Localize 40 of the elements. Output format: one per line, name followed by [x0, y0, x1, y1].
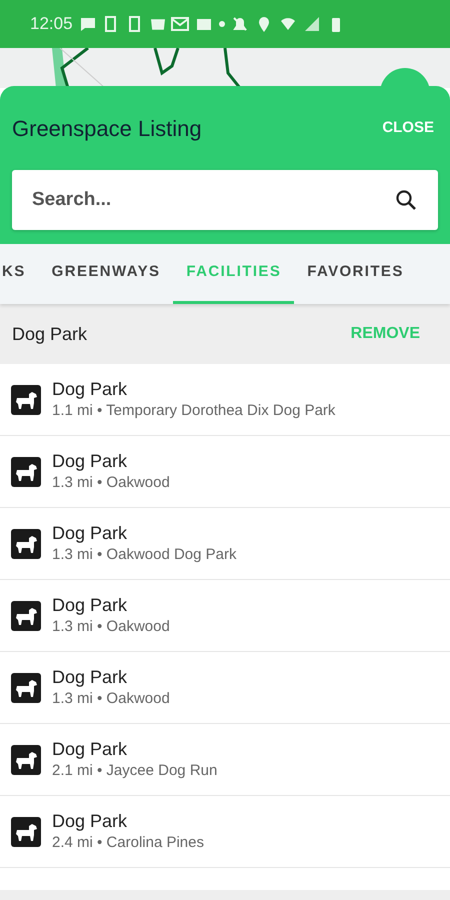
filter-label: Dog Park — [12, 322, 88, 346]
item-subtitle: 1.3 mi • Oakwood — [52, 472, 170, 492]
list-item[interactable]: Dog Park 2.1 mi • Jaycee Dog Run — [0, 724, 450, 796]
list-item[interactable]: Dog Park 1.3 mi • Oakwood Dog Park — [0, 508, 450, 580]
mute-icon — [230, 15, 249, 33]
tab[interactable]: FAVORITES — [294, 244, 417, 304]
item-subtitle: 1.3 mi • Oakwood Dog Park — [52, 544, 236, 564]
dog-icon — [10, 744, 42, 776]
dot-icon — [218, 21, 225, 27]
item-title: Dog Park — [52, 738, 128, 761]
dog-icon — [10, 672, 42, 704]
status-time: 12:05 — [30, 13, 73, 36]
panel-title: Greenspace Listing — [12, 114, 202, 143]
item-title: Dog Park — [52, 594, 128, 617]
item-title: Dog Park — [52, 522, 128, 545]
item-title: Dog Park — [52, 378, 128, 401]
item-subtitle: 1.1 mi • Temporary Dorothea Dix Dog Park — [52, 400, 336, 420]
dog-icon — [10, 384, 42, 416]
tab[interactable]: KS — [0, 244, 39, 304]
list-item[interactable]: Dog Park 1.3 mi • Oakwood — [0, 580, 450, 652]
list-item[interactable]: Dog Park 1.3 mi • Oakwood — [0, 652, 450, 724]
item-title: Dog Park — [52, 450, 128, 473]
dog-icon — [10, 600, 42, 632]
list-item[interactable]: Dog Park 1.3 mi • Oakwood — [0, 436, 450, 508]
item-subtitle: 2.4 mi • Carolina Pines — [52, 832, 204, 852]
dog-icon — [10, 456, 42, 488]
item-subtitle: 1.3 mi • Oakwood — [52, 616, 170, 636]
message-icon — [78, 15, 97, 33]
dog-icon — [10, 816, 42, 848]
dog-icon — [10, 528, 42, 560]
signal-icon — [302, 15, 321, 33]
item-subtitle: 2.1 mi • Jaycee Dog Run — [52, 760, 218, 780]
item-title: Dog Park — [52, 666, 128, 689]
tab[interactable]: GREENWAYS — [38, 244, 174, 304]
list-item[interactable]: Dog Park 2.4 mi • Carolina Pines — [0, 796, 450, 868]
list-item[interactable]: Dog Park 1.1 mi • Temporary Dorothea Dix Dog Park — [0, 364, 450, 436]
search-icon — [394, 188, 418, 212]
item-title: Dog Park — [52, 810, 128, 833]
search-field[interactable]: Search... — [12, 170, 438, 230]
item-subtitle: 1.3 mi • Oakwood — [52, 688, 170, 708]
